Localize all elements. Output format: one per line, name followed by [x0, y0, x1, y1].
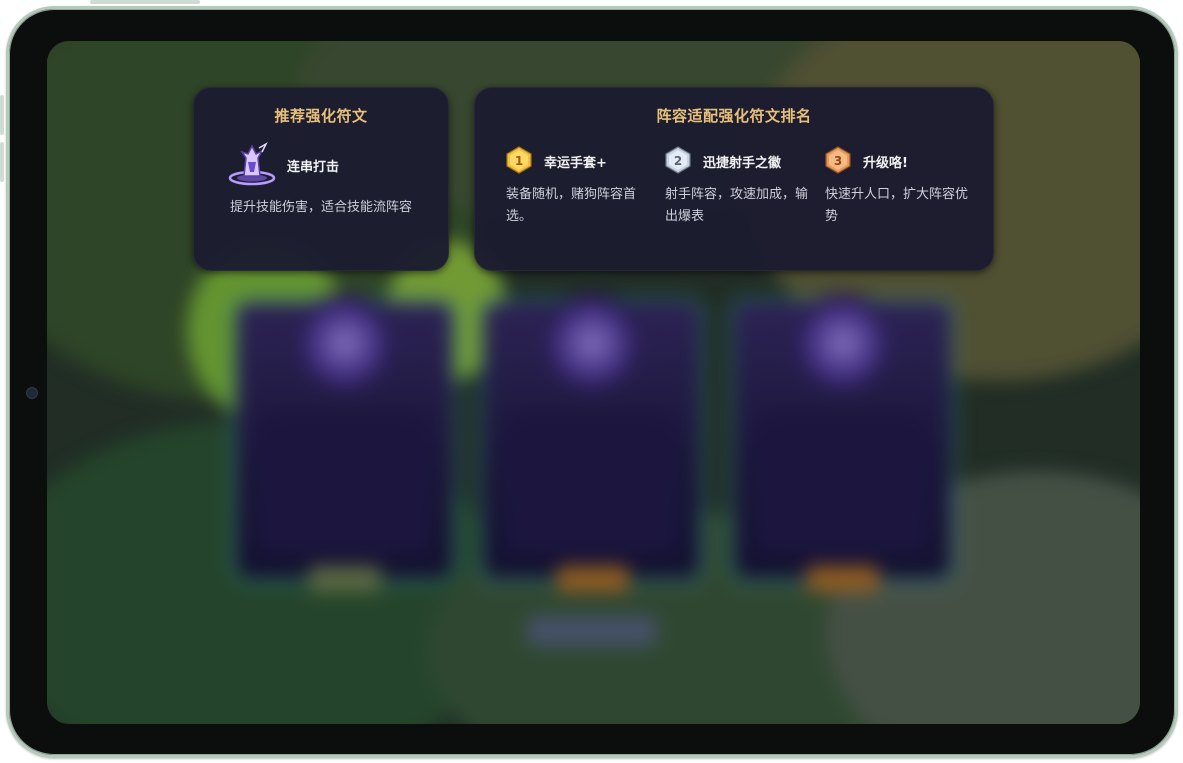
rank-description: 装备随机，赌狗阵容首选。 — [506, 187, 637, 224]
panel-title: 推荐强化符文 — [274, 107, 368, 125]
rune-name: 连串打击 — [287, 160, 340, 175]
front-camera — [26, 387, 38, 399]
svg-text:2: 2 — [674, 154, 682, 168]
rank-name: 幸运手套+ — [544, 156, 607, 171]
volume-down-button — [0, 142, 4, 182]
power-button — [90, 0, 200, 4]
purple-champion-rune-icon — [226, 142, 278, 186]
volume-up-button — [0, 95, 4, 135]
silver-rank-badge-icon: 2 — [665, 146, 691, 174]
rank-name: 升级咯! — [863, 156, 908, 171]
bronze-rank-badge-icon: 3 — [825, 146, 851, 174]
rank-description: 快速升人口，扩大阵容优势 — [825, 187, 969, 224]
rank-name: 迅捷射手之徽 — [703, 156, 782, 171]
rank-description: 射手阵容，攻速加成，输出爆表 — [665, 187, 809, 224]
panel-title: 阵容适配强化符文排名 — [656, 107, 812, 125]
svg-text:3: 3 — [834, 154, 842, 168]
svg-text:1: 1 — [515, 154, 523, 168]
recommended-rune-panel: 推荐强化符文 连串打击 提升技能伤害，适合技能流阵容 — [193, 87, 449, 271]
gold-rank-badge-icon: 1 — [506, 146, 532, 174]
rune-description: 提升技能伤害，适合技能流阵容 — [229, 200, 412, 215]
rune-ranking-panel: 阵容适配强化符文排名 1 幸运手套+ 装备随机，赌狗阵容首选。 2 迅捷射手之徽… — [474, 87, 994, 271]
